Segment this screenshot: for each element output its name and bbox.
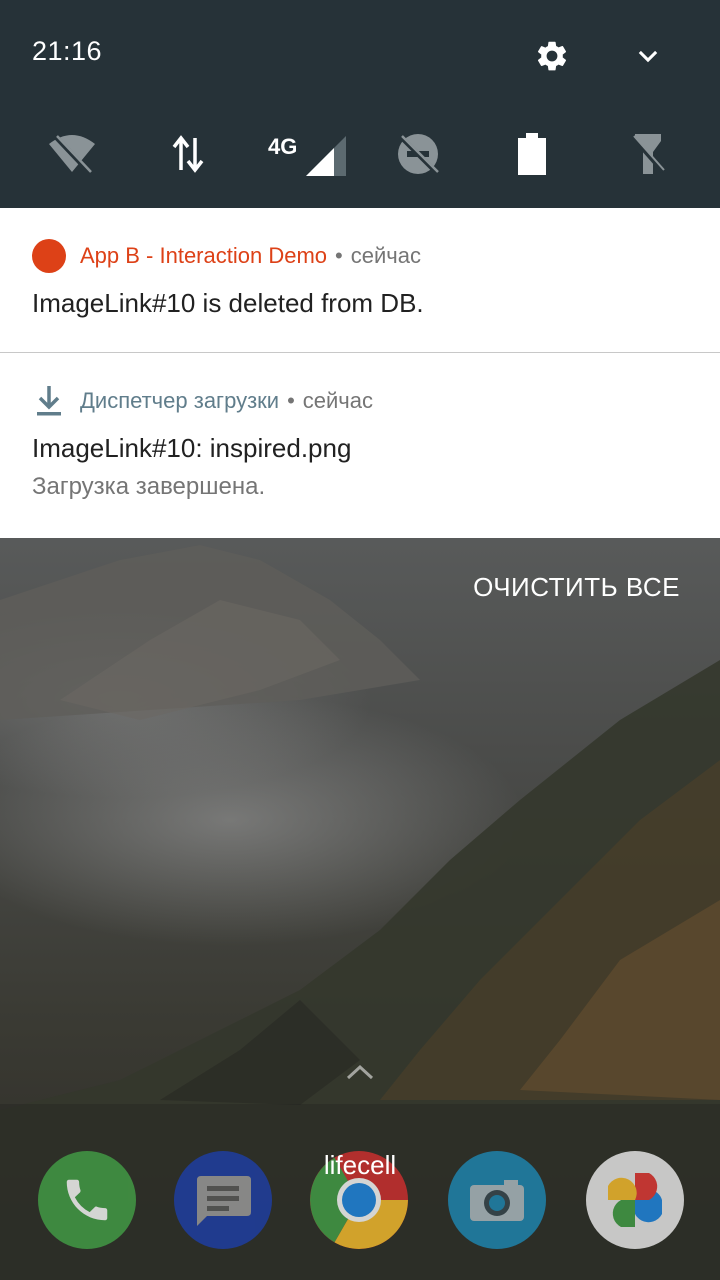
chevron-down-icon xyxy=(638,50,658,63)
gear-icon xyxy=(537,41,567,71)
wifi-tile[interactable] xyxy=(44,126,100,182)
download-icon xyxy=(32,384,66,418)
notification-list: App B - Interaction Demo • сейчас ImageL… xyxy=(0,208,720,538)
quick-settings-header: 21:16 4G xyxy=(0,0,720,208)
notification-title: ImageLink#10 is deleted from DB. xyxy=(32,288,424,318)
status-clock: 21:16 xyxy=(32,36,103,66)
notification-header: Диспетчер загрузки • сейчас xyxy=(32,385,373,417)
cellular-tile[interactable]: 4G xyxy=(266,126,352,182)
battery-tile[interactable] xyxy=(504,126,560,182)
notification-item[interactable]: Диспетчер загрузки • сейчас ImageLink#10… xyxy=(0,353,720,538)
dnd-tile[interactable] xyxy=(390,126,446,182)
clear-all-button[interactable]: ОЧИСТИТЬ ВСЕ xyxy=(473,572,680,603)
carrier-label: lifecell xyxy=(323,1150,397,1180)
chevron-up-icon[interactable] xyxy=(345,1062,375,1082)
notification-title: ImageLink#10: inspired.png xyxy=(32,433,352,463)
notification-item[interactable]: App B - Interaction Demo • сейчас ImageL… xyxy=(0,208,720,353)
cellular-signal-icon xyxy=(306,136,346,176)
dnd-off-icon xyxy=(398,134,439,174)
red-circle-icon xyxy=(32,239,66,273)
notification-separator: • xyxy=(335,243,343,268)
expand-button[interactable] xyxy=(624,32,672,80)
notification-time: сейчас xyxy=(302,388,374,413)
notification-app-name: App B - Interaction Demo xyxy=(80,243,328,268)
data-transfer-icon xyxy=(172,135,204,173)
flashlight-tile[interactable] xyxy=(620,126,676,182)
notification-app-name: Диспетчер загрузки xyxy=(80,388,280,413)
notification-text: Загрузка завершена. xyxy=(32,473,266,500)
wifi-off-icon xyxy=(49,134,95,174)
notification-time: сейчас xyxy=(350,243,421,268)
data-tile[interactable] xyxy=(160,126,216,182)
notification-separator: • xyxy=(287,388,295,413)
network-type-label: 4G xyxy=(268,134,298,159)
notification-header: App B - Interaction Demo • сейчас xyxy=(32,239,421,273)
flashlight-off-icon xyxy=(631,134,665,174)
settings-button[interactable] xyxy=(528,32,576,80)
battery-icon xyxy=(518,133,546,175)
